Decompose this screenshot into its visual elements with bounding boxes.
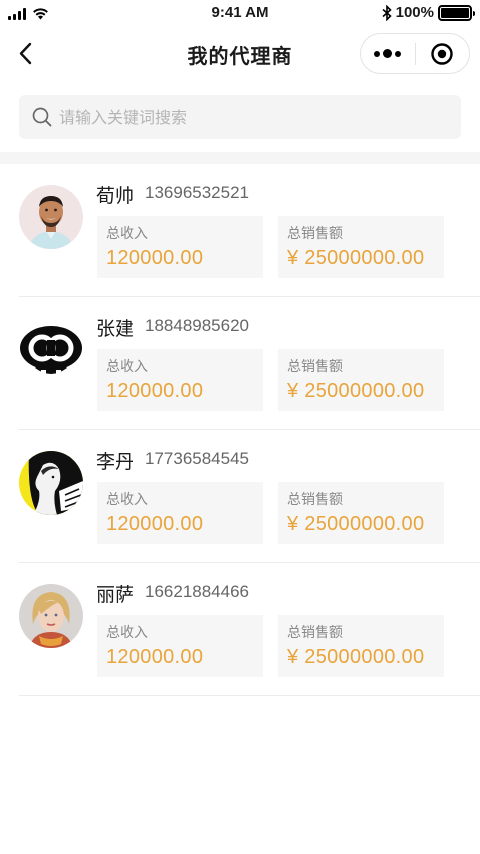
search-input[interactable] xyxy=(59,107,439,127)
income-label: 总收入 xyxy=(106,359,148,375)
income-value: 120000.00 xyxy=(106,247,204,269)
sales-value: ¥ 25000000.00 xyxy=(287,247,425,269)
agent-list-item[interactable]: 张建 18848985620 总收入 120000.00 总销售额 ¥ 2500… xyxy=(19,297,480,430)
income-card: 总收入 120000.00 xyxy=(97,482,263,544)
man-smiling-avatar-icon xyxy=(19,185,83,249)
sales-card: 总销售额 ¥ 25000000.00 xyxy=(278,482,444,544)
income-card: 总收入 120000.00 xyxy=(97,349,263,411)
avatar xyxy=(19,185,83,249)
sales-card: 总销售额 ¥ 25000000.00 xyxy=(278,216,444,278)
agent-name: 张建 xyxy=(96,318,135,340)
agent-list-item[interactable]: 李丹 17736584545 总收入 120000.00 总销售额 ¥ 2500… xyxy=(19,430,480,563)
agent-phone: 17736584545 xyxy=(145,449,250,468)
sales-label: 总销售额 xyxy=(287,492,343,508)
avatar xyxy=(19,451,83,515)
status-bar-right: 100% xyxy=(382,4,475,21)
black-logo-avatar-icon xyxy=(19,318,83,382)
search-icon xyxy=(32,107,52,127)
battery-percent: 100% xyxy=(395,4,434,21)
blonde-woman-avatar-icon xyxy=(19,584,83,648)
close-mini-program-button[interactable] xyxy=(416,34,470,73)
more-menu-button[interactable] xyxy=(361,34,415,73)
income-card: 总收入 120000.00 xyxy=(97,615,263,677)
income-label: 总收入 xyxy=(106,625,148,641)
section-divider xyxy=(0,152,480,164)
sales-card: 总销售额 ¥ 25000000.00 xyxy=(278,615,444,677)
search-bar xyxy=(19,95,461,139)
income-card: 总收入 120000.00 xyxy=(97,216,263,278)
agent-phone: 13696532521 xyxy=(145,183,250,202)
target-circle-icon xyxy=(431,42,453,65)
agent-list-item[interactable]: 荀帅 13696532521 总收入 120000.00 总销售额 ¥ 2500… xyxy=(19,164,480,297)
fashion-woman-profile-avatar-icon xyxy=(19,451,83,515)
sales-label: 总销售额 xyxy=(287,359,343,375)
sales-value: ¥ 25000000.00 xyxy=(287,513,425,535)
income-value: 120000.00 xyxy=(106,513,204,535)
sales-label: 总销售额 xyxy=(287,226,343,242)
sales-label: 总销售额 xyxy=(287,625,343,641)
avatar xyxy=(19,584,83,648)
agent-list: 荀帅 13696532521 总收入 120000.00 总销售额 ¥ 2500… xyxy=(19,164,480,696)
sales-value: ¥ 25000000.00 xyxy=(287,380,425,402)
mini-program-capsule xyxy=(360,33,470,74)
sales-value: ¥ 25000000.00 xyxy=(287,646,425,668)
agent-name: 丽萨 xyxy=(96,584,135,606)
agent-name: 荀帅 xyxy=(96,185,135,207)
income-value: 120000.00 xyxy=(106,380,204,402)
agent-list-item[interactable]: 丽萨 16621884466 总收入 120000.00 总销售额 ¥ 2500… xyxy=(19,563,480,696)
income-label: 总收入 xyxy=(106,226,148,242)
status-bar: 9:41 AM 100% xyxy=(0,0,480,28)
sales-card: 总销售额 ¥ 25000000.00 xyxy=(278,349,444,411)
income-value: 120000.00 xyxy=(106,646,204,668)
battery-icon xyxy=(438,4,475,21)
bluetooth-icon xyxy=(382,4,392,21)
avatar xyxy=(19,318,83,382)
more-dots-icon xyxy=(374,49,402,58)
agent-phone: 18848985620 xyxy=(145,316,250,335)
income-label: 总收入 xyxy=(106,492,148,508)
navigation-bar: 我的代理商 xyxy=(0,28,480,80)
agent-phone: 16621884466 xyxy=(145,582,250,601)
agent-name: 李丹 xyxy=(96,451,135,473)
